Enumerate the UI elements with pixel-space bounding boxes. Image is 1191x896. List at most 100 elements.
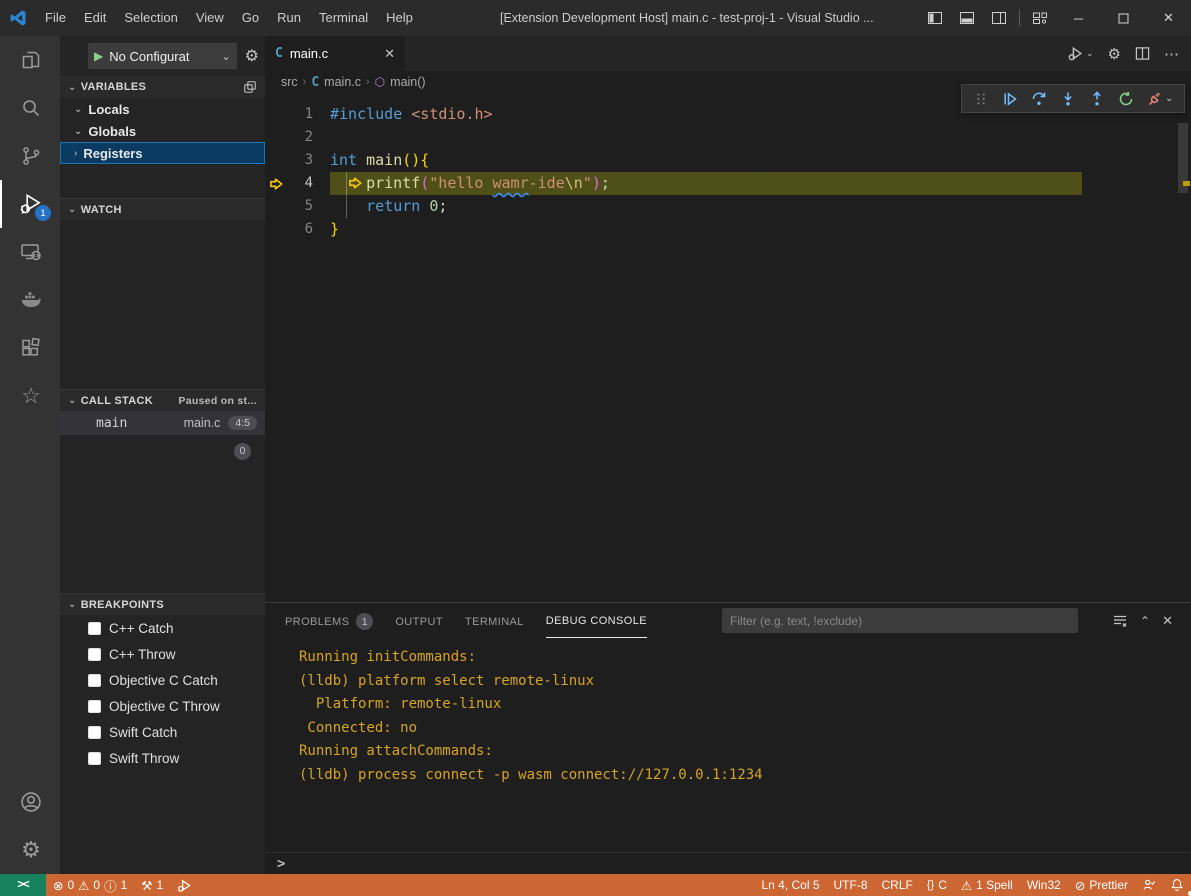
breakpoint-checkbox[interactable] <box>88 622 101 635</box>
breakpoint-row[interactable]: C++ Catch <box>60 615 265 641</box>
clear-console-icon[interactable] <box>1112 613 1128 629</box>
menu-item[interactable]: Go <box>233 0 268 36</box>
stack-frame-row[interactable]: main main.c 4:5 <box>60 411 265 435</box>
source-control-icon[interactable] <box>0 132 60 180</box>
step-out-icon[interactable] <box>1082 85 1111 112</box>
tab-debug-console[interactable]: DEBUG CONSOLE <box>546 603 647 638</box>
call-stack-section-header[interactable]: ⌄ CALL STACK Paused on st... <box>60 389 265 411</box>
explorer-icon[interactable] <box>0 36 60 84</box>
scope-registers[interactable]: › Registers <box>60 142 265 164</box>
problems-status[interactable]: ⊗ 0 ⚠ 0 ⓘ 1 <box>46 874 134 896</box>
breadcrumb-folder[interactable]: src <box>281 75 298 89</box>
scope-locals[interactable]: ⌄ Locals <box>60 98 265 120</box>
code-line[interactable]: 4 printf("hello wamr-ide\n"); <box>265 172 1191 195</box>
copy-icon[interactable] <box>243 80 257 94</box>
end-of-line[interactable]: CRLF <box>875 874 920 896</box>
gear-icon[interactable]: ⚙ <box>1108 45 1121 63</box>
breakpoint-checkbox[interactable] <box>88 726 101 739</box>
split-editor-icon[interactable] <box>1135 46 1150 61</box>
account-icon[interactable] <box>0 778 60 826</box>
star-icon[interactable]: ☆ <box>0 372 60 420</box>
variables-title: VARIABLES <box>81 81 146 93</box>
platform-status[interactable]: Win32 <box>1020 874 1068 896</box>
breakpoint-row[interactable]: Swift Catch <box>60 719 265 745</box>
code-editor[interactable]: 1#include <stdio.h>23int main(){4 printf… <box>265 93 1191 602</box>
remote-indicator[interactable]: >< <box>0 874 46 896</box>
variables-section-header[interactable]: ⌄ VARIABLES <box>60 76 265 98</box>
toggle-panel-icon[interactable] <box>951 0 983 36</box>
tab-output[interactable]: OUTPUT <box>395 603 443 638</box>
thread-row[interactable]: 0 <box>60 439 265 463</box>
notifications-bell-icon[interactable] <box>1163 874 1191 896</box>
debug-console-input[interactable]: > <box>265 852 1191 874</box>
tab-problems[interactable]: PROBLEMS 1 <box>285 603 373 638</box>
step-into-icon[interactable] <box>1053 85 1082 112</box>
menu-item[interactable]: Terminal <box>310 0 377 36</box>
restart-icon[interactable] <box>1111 85 1140 112</box>
settings-gear-icon[interactable]: ⚙ <box>0 826 60 874</box>
cursor-position[interactable]: Ln 4, Col 5 <box>754 874 826 896</box>
debug-console-output[interactable]: Running initCommands:(lldb) platform sel… <box>265 638 1191 852</box>
breakpoint-checkbox[interactable] <box>88 674 101 687</box>
formatter-status[interactable]: ⊘ Prettier <box>1068 874 1135 896</box>
step-over-icon[interactable] <box>1024 85 1053 112</box>
menu-bar: FileEditSelectionViewGoRunTerminalHelp <box>36 0 422 36</box>
encoding[interactable]: UTF-8 <box>827 874 875 896</box>
breakpoint-checkbox[interactable] <box>88 752 101 765</box>
docker-icon[interactable] <box>0 276 60 324</box>
chevron-down-icon[interactable]: ⌄ <box>1165 93 1173 104</box>
maximize-panel-icon[interactable]: ⌃ <box>1140 614 1150 628</box>
customize-layout-icon[interactable] <box>1024 0 1056 36</box>
breakpoint-row[interactable]: Objective C Catch <box>60 667 265 693</box>
breakpoint-checkbox[interactable] <box>88 700 101 713</box>
console-filter-input[interactable] <box>722 608 1078 633</box>
code-line[interactable]: 2 <box>265 126 1191 149</box>
tab-terminal[interactable]: TERMINAL <box>465 603 524 638</box>
menu-item[interactable]: Selection <box>115 0 186 36</box>
menu-item[interactable]: Help <box>377 0 422 36</box>
language-mode[interactable]: {} C <box>920 874 954 896</box>
menu-item[interactable]: View <box>187 0 233 36</box>
code-line[interactable]: 5 return 0; <box>265 195 1191 218</box>
toolchain-status[interactable]: ⚒ 1 <box>134 874 170 896</box>
tab-main-c[interactable]: C main.c ✕ <box>265 36 405 71</box>
close-panel-icon[interactable]: ✕ <box>1162 613 1173 629</box>
spell-checker-status[interactable]: ⚠ 1 Spell <box>954 874 1020 896</box>
breakpoints-section-header[interactable]: ⌄ BREAKPOINTS <box>60 593 265 615</box>
start-debug-icon[interactable]: ▶ <box>94 49 103 63</box>
breakpoints-list: C++ Catch C++ Throw Objective C Catch Ob… <box>60 615 265 874</box>
code-line[interactable]: 6} <box>265 218 1191 241</box>
code-line[interactable]: 3int main(){ <box>265 149 1191 172</box>
menu-item[interactable]: Run <box>268 0 310 36</box>
c-language-icon: C <box>311 75 319 90</box>
run-and-debug-icon[interactable]: 1 <box>0 180 60 228</box>
close-button[interactable]: ✕ <box>1146 0 1191 36</box>
breadcrumb-symbol[interactable]: main() <box>390 75 425 89</box>
close-tab-icon[interactable]: ✕ <box>384 46 395 62</box>
continue-icon[interactable] <box>995 85 1024 112</box>
breakpoint-row[interactable]: Swift Throw <box>60 745 265 771</box>
watch-section-header[interactable]: ⌄ WATCH <box>60 198 265 220</box>
toolbar-drag-handle[interactable] <box>966 85 995 112</box>
feedback-person-icon[interactable] <box>1135 874 1163 896</box>
toggle-sidebar-icon[interactable] <box>919 0 951 36</box>
breakpoint-row[interactable]: Objective C Throw <box>60 693 265 719</box>
extensions-icon[interactable] <box>0 324 60 372</box>
debug-status-icon[interactable] <box>170 874 199 896</box>
more-actions-icon[interactable]: ⋯ <box>1164 45 1179 63</box>
scope-label: Globals <box>88 124 136 139</box>
breakpoint-checkbox[interactable] <box>88 648 101 661</box>
minimize-button[interactable]: ─ <box>1056 0 1101 36</box>
menu-item[interactable]: File <box>36 0 75 36</box>
remote-explorer-icon[interactable] <box>0 228 60 276</box>
run-or-debug-icon[interactable]: ⌄ <box>1067 45 1094 62</box>
menu-item[interactable]: Edit <box>75 0 115 36</box>
toggle-secondary-sidebar-icon[interactable] <box>983 0 1015 36</box>
breadcrumb-file[interactable]: main.c <box>324 75 361 89</box>
maximize-button[interactable] <box>1101 0 1146 36</box>
scope-globals[interactable]: ⌄ Globals <box>60 120 265 142</box>
debug-configuration-dropdown[interactable]: ▶ No Configurat ⌄ <box>88 43 237 69</box>
launch-config-gear-icon[interactable]: ⚙ <box>245 46 259 66</box>
search-icon[interactable] <box>0 84 60 132</box>
breakpoint-row[interactable]: C++ Throw <box>60 641 265 667</box>
